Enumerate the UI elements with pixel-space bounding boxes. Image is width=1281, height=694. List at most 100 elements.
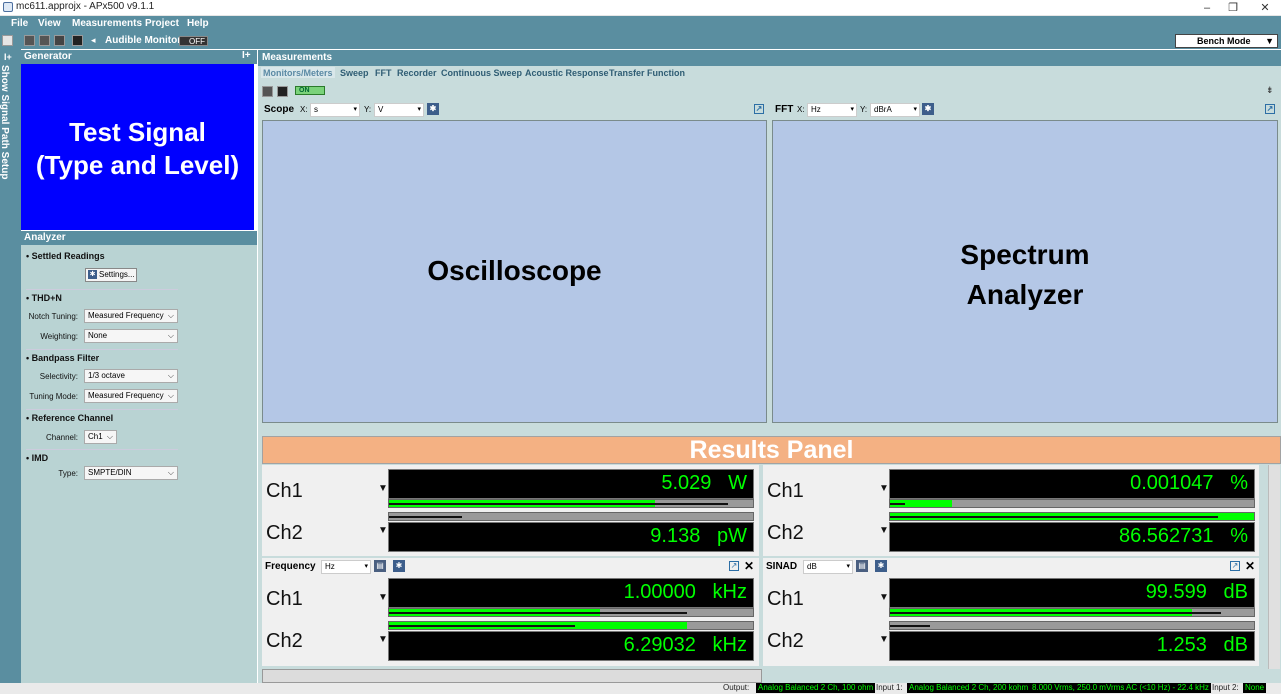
thdn-ch2-meter: 86.562731 % [889,522,1255,552]
tab-continuous-sweep[interactable]: Continuous Sweep [441,68,522,78]
bandpass-section[interactable]: • Bandpass Filter [26,353,99,363]
weighting-select[interactable]: None ⌵ [84,329,178,343]
fft-x-select[interactable]: Hz ▾ [807,103,857,117]
scope-x-select[interactable]: s ▾ [310,103,360,117]
sinad-close-icon[interactable]: ✕ [1245,559,1255,573]
scope-gear-icon[interactable]: ✱ [427,103,439,115]
chevron-down-icon: ▾ [913,106,917,113]
selectivity-select[interactable]: 1/3 octave ⌵ [84,369,178,383]
generator-pin-icon[interactable]: I+ [242,50,251,61]
input1-level[interactable]: 8.000 Vrms, 250.0 mVrms [1030,683,1127,693]
output-value[interactable]: Analog Balanced 2 Ch, 100 ohm [756,683,876,693]
chevron-down-icon[interactable]: ▼ [879,592,889,603]
input1-value[interactable]: Analog Balanced 2 Ch, 200 kohm [907,683,1031,693]
imd-type-select[interactable]: SMPTE/DIN ⌵ [84,466,178,480]
chevron-down-icon[interactable]: ▼ [378,483,388,494]
close-button[interactable]: ✕ [1250,0,1280,16]
input1-filter[interactable]: AC (<10 Hz) - 22.4 kHz [1124,683,1211,693]
menu-view[interactable]: View [38,18,61,29]
chevron-down-icon[interactable]: ▼ [879,634,889,645]
fft-y-select[interactable]: dBrA ▾ [870,103,920,117]
scope-expand-icon[interactable]: ↗ [754,104,764,114]
meter-options-icon[interactable]: ▤ [856,560,868,572]
tab-fft[interactable]: FFT [375,68,392,78]
restore-button[interactable]: ❐ [1218,0,1248,16]
sinad-ch2-label: Ch2 [767,630,804,652]
sinad-unit-select[interactable]: dB ▾ [803,560,853,574]
thdn-section[interactable]: • THD+N [26,293,62,303]
chevron-down-icon: ▾ [353,106,357,113]
chevron-down-icon[interactable]: ▼ [378,634,388,645]
frequency-ch1-unit: kHz [712,581,747,603]
tab-recorder[interactable]: Recorder [397,68,437,78]
input2-value[interactable]: None [1243,683,1267,693]
frequency-ch2-unit: kHz [712,634,747,656]
chevron-down-icon: ⌵ [167,391,174,400]
reference-channel-section[interactable]: • Reference Channel [26,413,113,423]
bluetooth-icon[interactable] [277,86,288,97]
tab-transfer-function[interactable]: Transfer Function [609,68,685,78]
menu-help[interactable]: Help [187,18,209,29]
settled-readings-section[interactable]: • Settled Readings [26,251,105,261]
sinad-gear-icon[interactable]: ✱ [875,560,887,572]
tab-monitors-meters[interactable]: Monitors/Meters [261,67,335,78]
fft-expand-icon[interactable]: ↗ [1265,104,1275,114]
sinad-expand-icon[interactable]: ↗ [1230,561,1240,571]
sinad-ch1-value: 99.599 dB [1146,581,1248,604]
power-ch2-number: 9.138 [650,525,701,547]
sinad-ch2-peak [890,625,931,627]
sinad-ch2-bar [889,621,1255,630]
frequency-ch2-label: Ch2 [266,630,303,652]
collapse-icon[interactable]: ⇟ [1266,85,1274,96]
chevron-down-icon: ⌵ [167,468,174,477]
tab-acoustic-response[interactable]: Acoustic Response [525,68,609,78]
save-icon[interactable] [262,86,273,97]
frequency-close-icon[interactable]: ✕ [744,559,754,573]
weighting-value: None [88,331,108,340]
chevron-down-icon[interactable]: ▼ [879,483,889,494]
frequency-gear-icon[interactable]: ✱ [393,560,405,572]
save-icon[interactable] [39,35,50,46]
frequency-expand-icon[interactable]: ↗ [729,561,739,571]
audible-monitor-label: Audible Monitor [105,35,182,46]
frequency-ch2-peak [389,625,575,627]
pin-icon[interactable]: I+ [4,52,12,62]
scope-plot[interactable]: Oscilloscope [262,120,767,423]
tuning-mode-select[interactable]: Measured Frequency ⌵ [84,389,178,403]
chevron-down-icon[interactable]: ▼ [378,592,388,603]
fft-gear-icon[interactable]: ✱ [922,103,934,115]
audible-monitor-toggle[interactable]: OFF [179,36,208,46]
chevron-down-icon: ⌵ [167,331,174,340]
bench-mode-select[interactable]: Bench Mode ▼ [1175,34,1278,48]
bluetooth-icon[interactable] [72,35,83,46]
monitor-on-toggle[interactable]: ON [295,86,325,95]
chevron-down-icon[interactable]: ▼ [378,525,388,536]
imd-section[interactable]: • IMD [26,453,48,463]
chevron-down-icon: ▾ [846,563,850,570]
menu-project[interactable]: Project [145,18,179,29]
gear-icon[interactable] [54,35,65,46]
open-icon[interactable] [24,35,35,46]
thdn-ch1-value: 0.001047 % [1130,472,1248,495]
scope-y-select[interactable]: V ▾ [374,103,424,117]
selectivity-value: 1/3 octave [88,371,125,380]
chevron-down-icon: ▾ [364,563,368,570]
menu-file[interactable]: File [11,18,28,29]
output-label: Output: [723,683,750,692]
show-signal-path-setup-tab[interactable]: Show Signal Path Setup [0,65,18,205]
new-file-icon[interactable] [2,35,13,46]
status-bar: Output: Analog Balanced 2 Ch, 100 ohm In… [0,683,1281,694]
power-ch2-peak [389,516,462,518]
fft-plot[interactable]: Spectrum Analyzer [772,120,1278,423]
channel-select[interactable]: Ch1 ⌵ [84,430,117,444]
meter-options-icon[interactable]: ▤ [374,560,386,572]
results-scrollbar[interactable] [1268,465,1280,669]
menu-measurements[interactable]: Measurements [72,18,142,29]
tab-sweep[interactable]: Sweep [340,68,369,78]
chevron-down-icon[interactable]: ▼ [879,525,889,536]
results-scroll-area[interactable] [262,669,762,683]
notch-tuning-select[interactable]: Measured Frequency ⌵ [84,309,178,323]
generator-panel[interactable]: Test Signal (Type and Level) [21,64,254,230]
frequency-unit-select[interactable]: Hz ▾ [321,560,371,574]
settings-button[interactable]: ✱ Settings... [85,268,137,282]
